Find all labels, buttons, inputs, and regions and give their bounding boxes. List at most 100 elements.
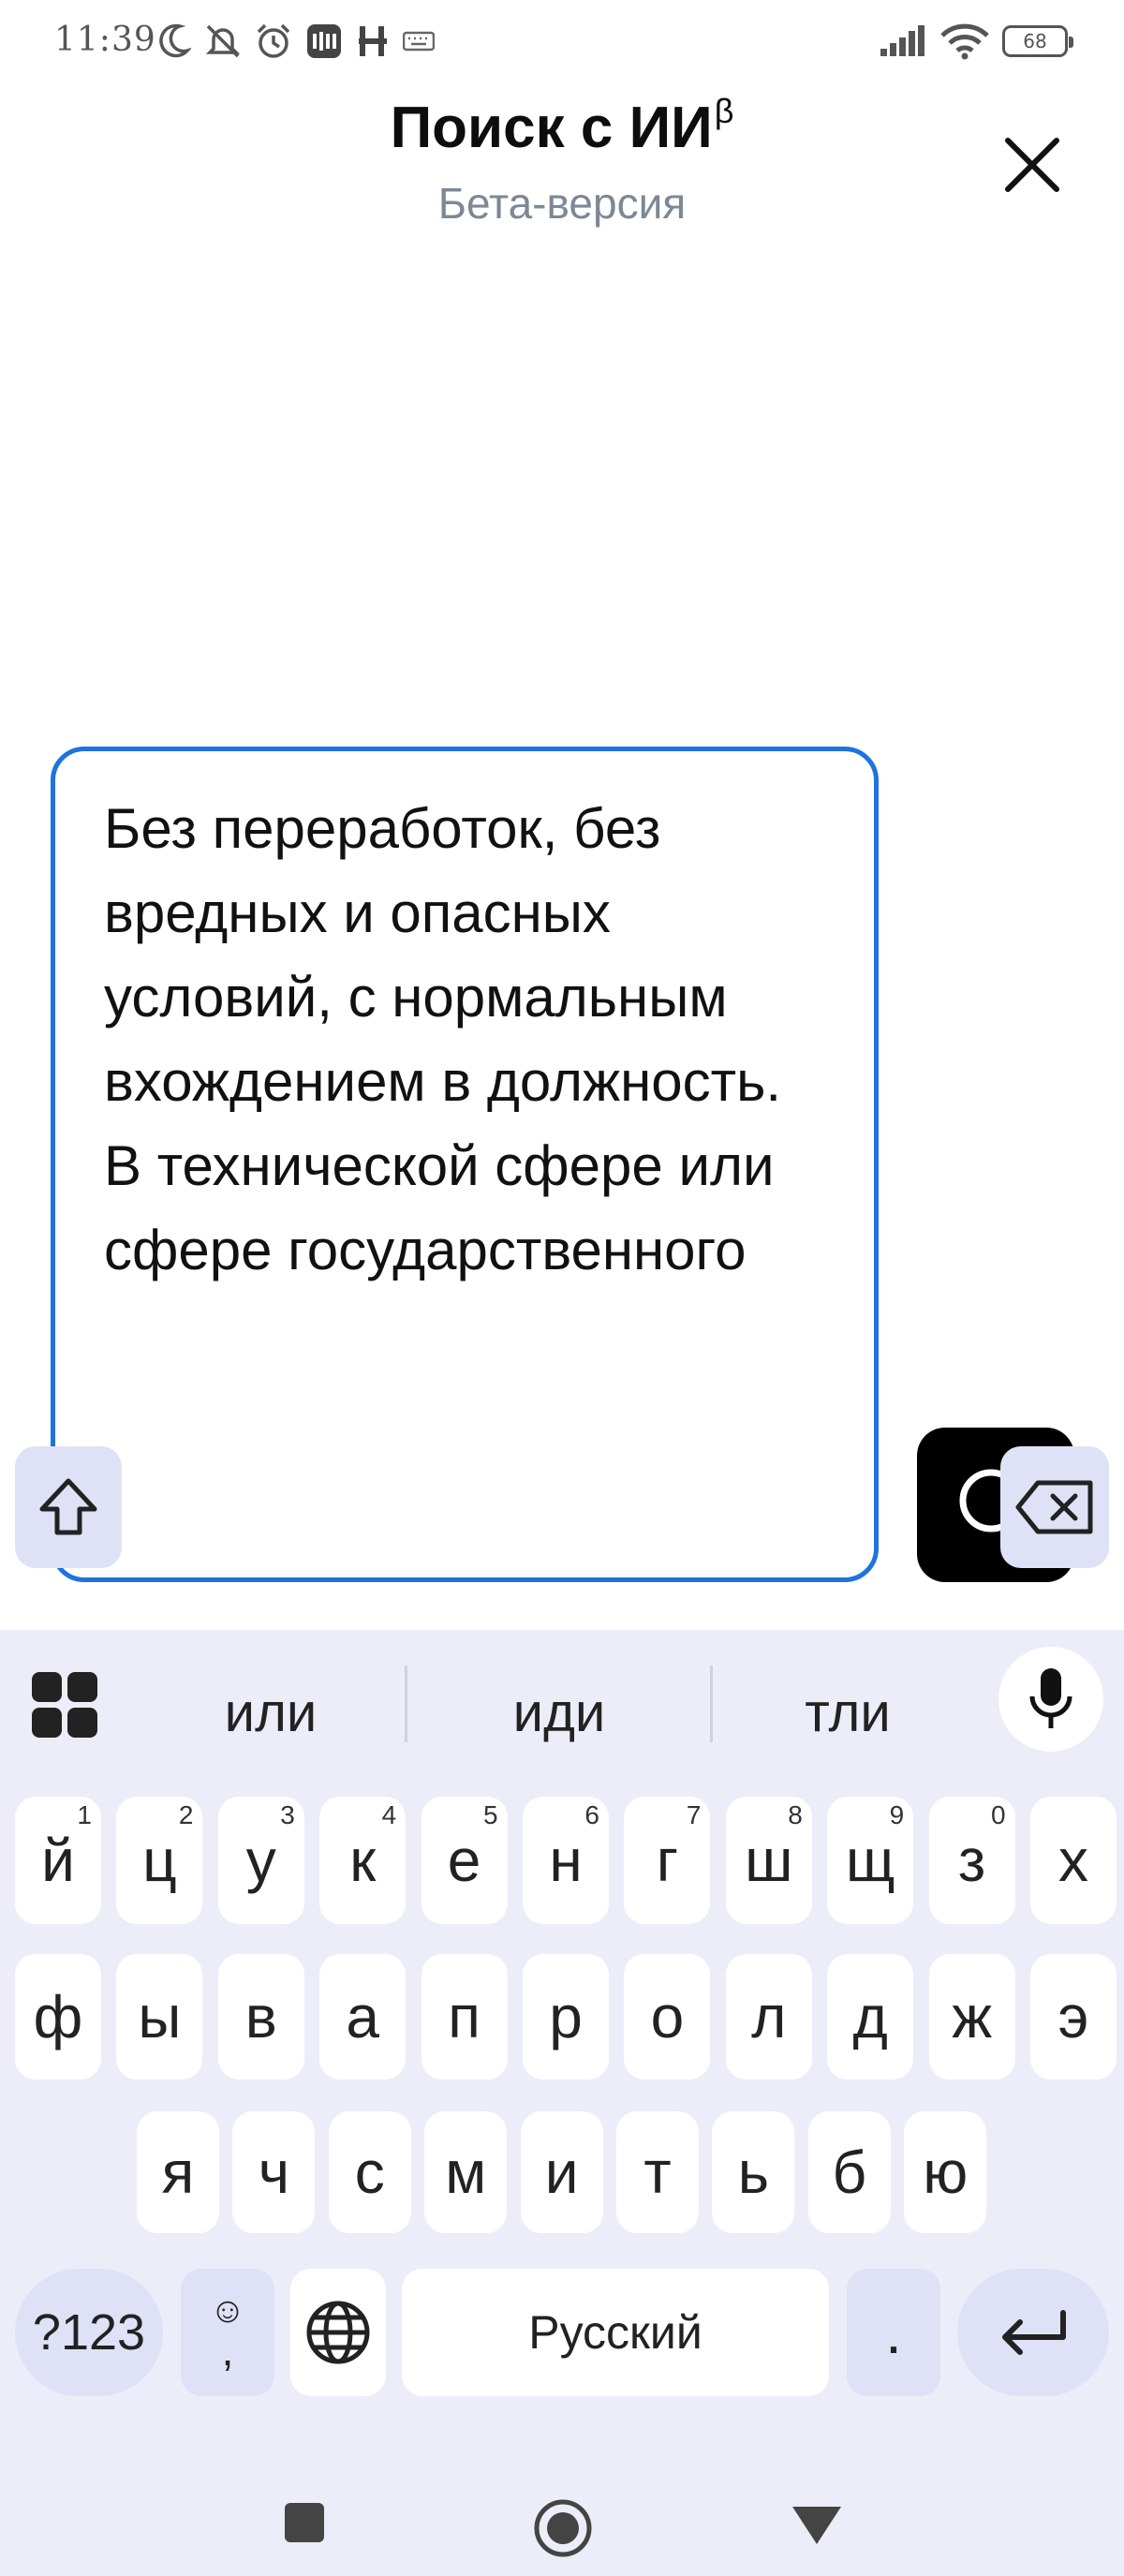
triangle-nav-icon[interactable] [791, 2503, 843, 2546]
key-р[interactable]: р [523, 1954, 609, 2080]
enter-key[interactable] [957, 2269, 1109, 2396]
key-к[interactable]: к4 [319, 1797, 407, 1924]
key-hint: 9 [889, 1800, 905, 1829]
key-hint: 0 [991, 1800, 1006, 1829]
battery-icon: 68 [1002, 25, 1073, 57]
key-ю[interactable]: ю [904, 2111, 987, 2233]
key-label: и [544, 2139, 579, 2206]
key-й[interactable]: й1 [15, 1797, 101, 1924]
key-а[interactable]: а [319, 1954, 407, 2080]
key-label: п [448, 1983, 481, 2050]
close-button[interactable] [998, 131, 1066, 199]
key-label: т [643, 2139, 672, 2206]
status-icons-right: 68 [879, 21, 1073, 62]
system-navigation-bar [0, 2435, 1124, 2576]
key-label: о [650, 1983, 685, 2050]
key-с[interactable]: с [328, 2111, 411, 2233]
key-н[interactable]: н6 [523, 1797, 609, 1924]
key-ц[interactable]: ц2 [116, 1797, 203, 1924]
key-х[interactable]: х [1030, 1797, 1117, 1924]
key-hint: 3 [280, 1800, 295, 1829]
key-щ[interactable]: щ9 [827, 1797, 914, 1924]
square-nav-icon[interactable] [283, 2501, 326, 2544]
key-ч[interactable]: ч [232, 2111, 316, 2233]
beta-superscript: β [714, 92, 734, 130]
app-notification-icon [307, 24, 341, 58]
battery-level: 68 [1023, 30, 1047, 52]
key-и[interactable]: и [520, 2111, 603, 2233]
microphone-icon [1029, 1668, 1072, 1728]
key-label: с [354, 2139, 385, 2206]
emoji-key[interactable]: ☺ , [181, 2269, 274, 2396]
key-hint: 7 [686, 1800, 702, 1829]
key-я[interactable]: я [137, 2111, 219, 2233]
search-query-text[interactable]: Без переработок, без вредных и опасных у… [104, 787, 827, 1293]
search-query-input[interactable]: Без переработок, без вредных и опасных у… [51, 747, 879, 1582]
key-ы[interactable]: ы [116, 1954, 203, 2080]
key-у[interactable]: у3 [217, 1797, 304, 1924]
key-з[interactable]: з0 [928, 1797, 1015, 1924]
key-label: р [549, 1983, 583, 2050]
key-label: в [244, 1983, 277, 2050]
key-label: ы [138, 1983, 182, 2050]
key-hint: 8 [788, 1800, 803, 1829]
key-hint: 5 [483, 1800, 498, 1829]
key-б[interactable]: б [807, 2111, 891, 2233]
suggestion-2[interactable]: иди [442, 1681, 676, 1744]
space-key[interactable]: Русский [402, 2269, 829, 2396]
key-о[interactable]: о [624, 1954, 711, 2080]
voice-input-button[interactable] [998, 1647, 1103, 1752]
language-key[interactable] [290, 2269, 386, 2396]
key-label: к [349, 1827, 377, 1894]
period-key[interactable]: . [847, 2269, 940, 2396]
on-screen-keyboard: или иди тли ?123 ☺ , Русский . й1ц2у3к4е… [0, 1446, 1124, 2576]
circle-nav-icon[interactable] [532, 2497, 594, 2559]
status-icons-left [157, 21, 435, 62]
key-label: ж [952, 1983, 992, 2050]
key-label: б [832, 2139, 867, 2206]
suggestion-3[interactable]: тли [731, 1681, 965, 1744]
key-ь[interactable]: ь [712, 2111, 795, 2233]
comma-label: , [221, 2326, 234, 2375]
key-ф[interactable]: ф [15, 1954, 101, 2080]
app-h-icon [359, 26, 387, 56]
key-label: н [549, 1827, 583, 1894]
key-label: э [1057, 1983, 1089, 2050]
key-м[interactable]: м [424, 2111, 508, 2233]
suggestion-divider [405, 1666, 407, 1742]
key-п[interactable]: п [421, 1954, 508, 2080]
suggestion-1[interactable]: или [154, 1681, 388, 1744]
key-hint: 2 [178, 1800, 194, 1829]
key-е[interactable]: е5 [421, 1797, 508, 1924]
key-т[interactable]: т [616, 2111, 699, 2233]
page-subtitle: Бета-версия [437, 179, 687, 228]
key-ш[interactable]: ш8 [725, 1797, 812, 1924]
key-label: л [751, 1983, 787, 2050]
key-hint: 6 [584, 1800, 599, 1829]
key-label: г [656, 1827, 679, 1894]
shift-key[interactable] [15, 1446, 122, 1568]
backspace-icon [1015, 1480, 1093, 1534]
key-label: ф [33, 1983, 83, 2050]
key-label: м [445, 2139, 487, 2206]
key-label: у [245, 1827, 276, 1894]
key-г[interactable]: г7 [624, 1797, 711, 1924]
backspace-key[interactable] [1000, 1446, 1109, 1568]
keyboard-apps-icon[interactable] [32, 1672, 107, 1747]
key-л[interactable]: л [725, 1954, 812, 2080]
key-ж[interactable]: ж [928, 1954, 1015, 2080]
page-title: Поиск с ИИβ [0, 92, 1124, 161]
wifi-icon [940, 23, 989, 60]
key-label: я [161, 2139, 195, 2206]
key-д[interactable]: д [827, 1954, 914, 2080]
status-time: 11:39 [54, 21, 156, 59]
symbols-key[interactable]: ?123 [15, 2269, 163, 2396]
close-icon [1005, 138, 1059, 192]
key-label: ь [737, 2139, 770, 2206]
key-э[interactable]: э [1030, 1954, 1117, 2080]
key-label: ш [745, 1827, 793, 1894]
key-в[interactable]: в [217, 1954, 304, 2080]
shift-arrow-icon [39, 1478, 97, 1535]
bell-off-icon [205, 24, 241, 58]
suggestion-divider [710, 1666, 713, 1742]
